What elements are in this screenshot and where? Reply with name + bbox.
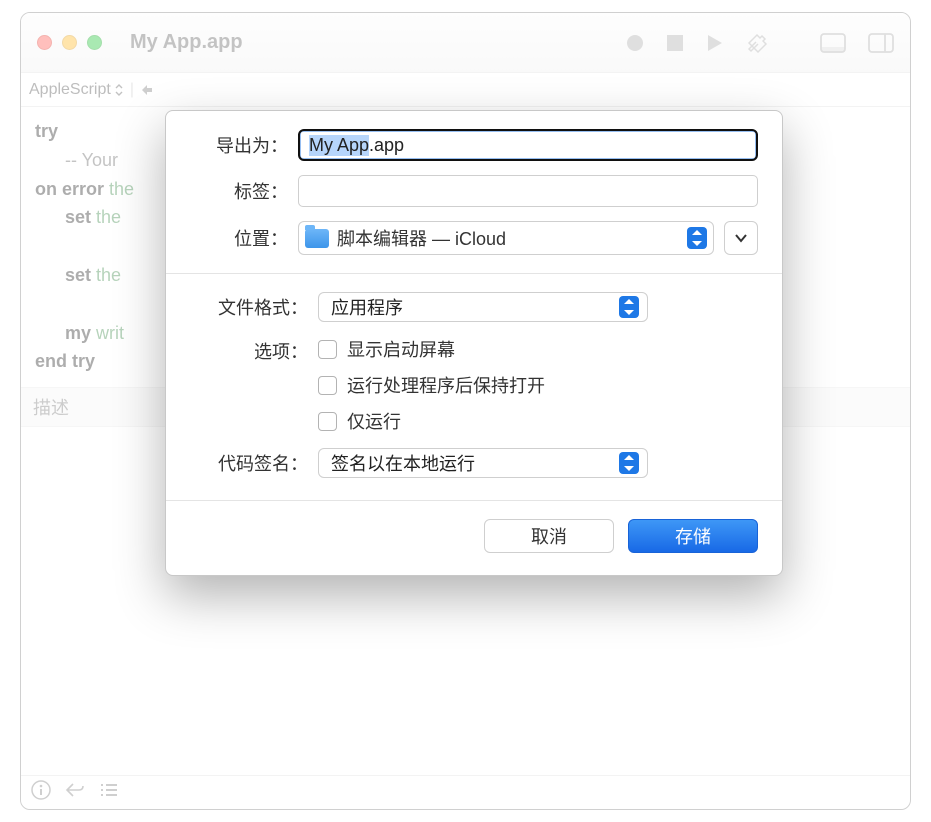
codesign-label: 代码签名： xyxy=(190,450,318,476)
tags-label: 标签： xyxy=(190,178,298,204)
expand-button[interactable] xyxy=(724,221,758,255)
format-select[interactable]: 应用程序 xyxy=(318,292,648,322)
cancel-button[interactable]: 取消 xyxy=(484,519,614,553)
save-button[interactable]: 存储 xyxy=(628,519,758,553)
options-label: 选项： xyxy=(190,336,318,364)
chevron-updown-icon xyxy=(619,452,639,474)
format-label: 文件格式： xyxy=(190,294,318,320)
option-label: 仅运行 xyxy=(347,408,401,434)
export-dialog: 导出为： 标签： 位置： 脚本编辑器 — iCloud 文件格式： 应用程序 xyxy=(165,110,783,576)
checkbox-icon xyxy=(318,340,337,359)
divider xyxy=(166,273,782,274)
codesign-value: 签名以在本地运行 xyxy=(331,450,475,476)
export-as-label: 导出为： xyxy=(190,132,298,158)
checkbox-icon xyxy=(318,376,337,395)
option-show-startup[interactable]: 显示启动屏幕 xyxy=(318,336,545,362)
chevron-updown-icon xyxy=(687,227,707,249)
option-stay-open[interactable]: 运行处理程序后保持打开 xyxy=(318,372,545,398)
option-run-only[interactable]: 仅运行 xyxy=(318,408,545,434)
tags-input[interactable] xyxy=(298,175,758,207)
folder-icon xyxy=(305,229,329,248)
location-value: 脚本编辑器 — iCloud xyxy=(337,225,506,251)
checkbox-icon xyxy=(318,412,337,431)
dialog-footer: 取消 存储 xyxy=(166,500,782,575)
option-label: 运行处理程序后保持打开 xyxy=(347,372,545,398)
chevron-updown-icon xyxy=(619,296,639,318)
chevron-down-icon xyxy=(734,233,748,243)
format-value: 应用程序 xyxy=(331,294,403,320)
export-as-input[interactable] xyxy=(298,129,758,161)
location-label: 位置： xyxy=(190,225,298,251)
codesign-select[interactable]: 签名以在本地运行 xyxy=(318,448,648,478)
location-select[interactable]: 脚本编辑器 — iCloud xyxy=(298,221,714,255)
option-label: 显示启动屏幕 xyxy=(347,336,455,362)
